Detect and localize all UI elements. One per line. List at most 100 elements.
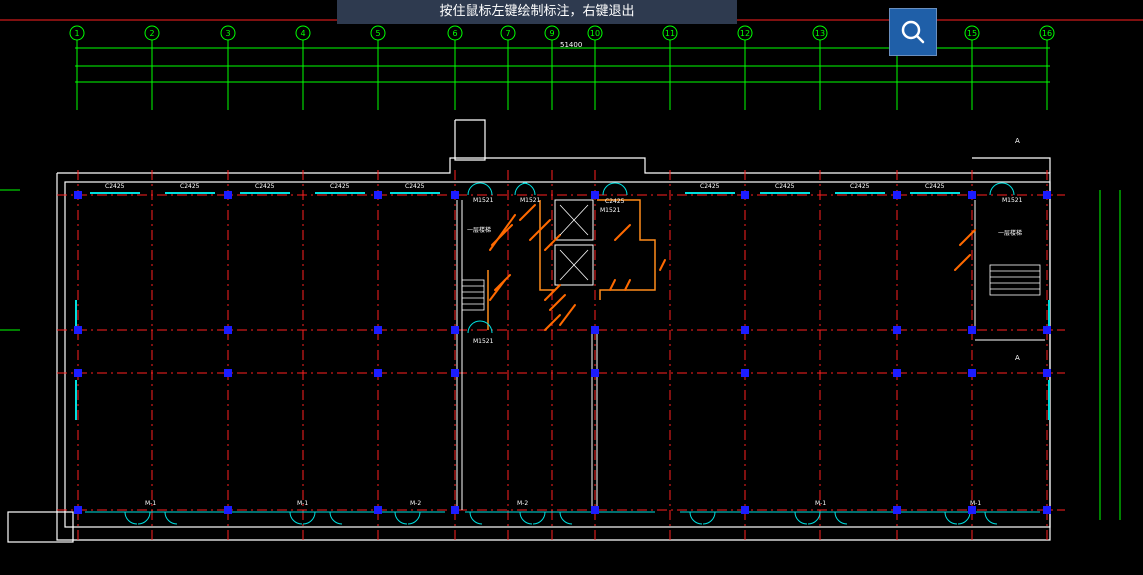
column [591, 369, 599, 377]
axis-bubble-9: 9 [544, 25, 560, 110]
axis-bubble-13: 13 [812, 25, 828, 110]
column [451, 506, 459, 514]
svg-text:C2425: C2425 [330, 183, 350, 190]
search-button[interactable] [889, 8, 937, 56]
markup-annotations [489, 204, 976, 331]
section-markers: A A [1015, 137, 1020, 362]
structural-columns [74, 191, 1051, 514]
column [741, 369, 749, 377]
column [893, 506, 901, 514]
svg-text:一层楼梯: 一层楼梯 [467, 226, 491, 234]
axis-bubble-10: 10 [587, 25, 603, 110]
svg-text:A: A [1015, 137, 1020, 145]
axis-label: 1 [74, 29, 79, 38]
column [224, 369, 232, 377]
column [591, 326, 599, 334]
axis-label: 12 [740, 29, 750, 38]
svg-text:C2425: C2425 [105, 183, 125, 190]
column [451, 191, 459, 199]
axis-label: 2 [149, 29, 154, 38]
svg-text:C2425: C2425 [700, 183, 720, 190]
axis-bubble-15: 15 [964, 25, 980, 110]
axis-grid [57, 170, 1065, 540]
column [741, 191, 749, 199]
bottom-door-labels: M-1 M-1 M-2 M-2 M-1 M-1 [145, 500, 981, 507]
elevator-shafts [559, 204, 589, 281]
column [893, 191, 901, 199]
floor-plan-drawing[interactable]: 1234567910111213141516 51400 [0, 0, 1143, 571]
axis-label: 3 [225, 29, 230, 38]
column [74, 506, 82, 514]
axis-label: 5 [375, 29, 380, 38]
column [224, 191, 232, 199]
axis-bubble-5: 5 [370, 25, 386, 110]
svg-text:M-1: M-1 [145, 500, 156, 507]
svg-text:M-2: M-2 [410, 500, 421, 507]
svg-text:M-1: M-1 [297, 500, 308, 507]
column [451, 326, 459, 334]
column [374, 506, 382, 514]
svg-text:C2425: C2425 [255, 183, 275, 190]
svg-text:M1521: M1521 [473, 338, 494, 345]
axis-bubble-7: 7 [500, 25, 516, 110]
svg-text:C2425: C2425 [405, 183, 425, 190]
axis-label: 15 [967, 29, 977, 38]
column [1043, 326, 1051, 334]
axis-label: 11 [665, 29, 675, 38]
search-icon [901, 20, 925, 44]
axis-bubble-4: 4 [295, 25, 311, 110]
column [451, 369, 459, 377]
column [968, 326, 976, 334]
column [968, 191, 976, 199]
svg-text:C2425: C2425 [605, 198, 625, 205]
axis-bubble-16: 16 [1039, 25, 1055, 110]
svg-text:M1521: M1521 [1002, 197, 1023, 204]
column [224, 506, 232, 514]
interior-walls [456, 199, 1045, 510]
cad-drawing-canvas[interactable]: 1234567910111213141516 51400 [0, 0, 1143, 571]
axis-bubble-1: 1 [69, 25, 85, 110]
axis-label: 13 [815, 29, 825, 38]
column [591, 191, 599, 199]
axis-label: 7 [505, 29, 510, 38]
svg-text:C2425: C2425 [180, 183, 200, 190]
column [74, 369, 82, 377]
axis-bubble-3: 3 [220, 25, 236, 110]
axis-bubble-6: 6 [447, 25, 463, 110]
svg-text:C2425: C2425 [850, 183, 870, 190]
column [741, 326, 749, 334]
svg-text:M-2: M-2 [517, 500, 528, 507]
column [1043, 191, 1051, 199]
svg-text:M1521: M1521 [520, 197, 541, 204]
overall-dimension: 51400 [560, 41, 582, 49]
axis-bubble-2: 2 [144, 25, 160, 110]
column [968, 506, 976, 514]
column [968, 369, 976, 377]
axis-bubble-12: 12 [737, 25, 753, 110]
svg-text:C2425: C2425 [925, 183, 945, 190]
column [74, 191, 82, 199]
axis-label: 4 [300, 29, 305, 38]
svg-text:M1521: M1521 [473, 197, 494, 204]
column [893, 369, 901, 377]
axis-label: 10 [590, 29, 600, 38]
column [1043, 506, 1051, 514]
command-prompt-banner: 按住鼠标左键绘制标注，右键退出 [337, 0, 737, 24]
axis-label: 9 [549, 29, 554, 38]
svg-text:C2425: C2425 [775, 183, 795, 190]
column [741, 506, 749, 514]
column [74, 326, 82, 334]
axis-label: 6 [452, 29, 457, 38]
column [374, 326, 382, 334]
svg-text:M-1: M-1 [815, 500, 826, 507]
column [893, 326, 901, 334]
svg-text:M-1: M-1 [970, 500, 981, 507]
svg-text:M1521: M1521 [600, 207, 621, 214]
svg-text:一层楼梯: 一层楼梯 [998, 229, 1022, 237]
svg-text:A: A [1015, 354, 1020, 362]
windows [75, 192, 1050, 420]
column [591, 506, 599, 514]
axis-label: 16 [1042, 29, 1052, 38]
column [224, 326, 232, 334]
column [374, 191, 382, 199]
